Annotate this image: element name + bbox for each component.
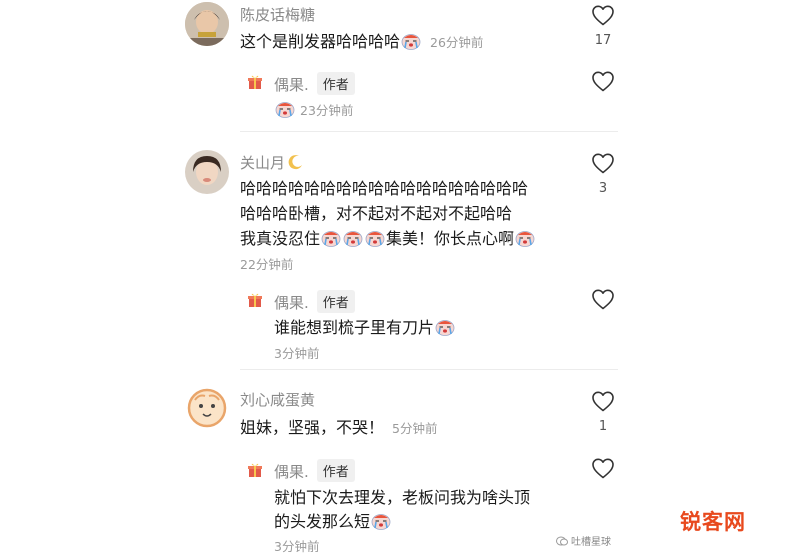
like-heart-icon[interactable] (591, 390, 615, 412)
like-heart-icon[interactable] (591, 457, 615, 479)
like-heart-icon[interactable] (591, 288, 615, 310)
reply-time: 23分钟前 (300, 103, 354, 118)
like-count: 17 (594, 33, 612, 48)
reply-text-line: 就怕下次去理发，老板问我为啥头顶 (274, 488, 531, 507)
reply-username[interactable]: 偶果. (274, 76, 309, 94)
comment-text-line: 哈哈哈卧槽，对不起对不起对不起哈哈 (240, 204, 513, 223)
cry-laugh-emoji-icon (371, 512, 391, 530)
cry-laugh-emoji-icon (321, 229, 341, 247)
avatar-image (185, 386, 229, 430)
like-heart-icon[interactable] (591, 152, 615, 174)
site-logo: 锐客网 (680, 510, 746, 534)
comment-time: 26分钟前 (430, 35, 484, 50)
divider (240, 131, 618, 132)
author-avatar-icon[interactable] (245, 460, 265, 480)
cry-laugh-emoji-icon (365, 229, 385, 247)
reply-text-line: 的头发那么短 (274, 510, 392, 534)
reply-author: 偶果. 作者 (274, 459, 355, 482)
cry-laugh-emoji-icon (275, 100, 295, 118)
author-badge: 作者 (316, 72, 355, 95)
username-text[interactable]: 关山月 (240, 154, 285, 172)
reply-time: 3分钟前 (274, 539, 320, 554)
comment-username[interactable]: 刘心咸蛋黄 (240, 389, 315, 410)
reply-username[interactable]: 偶果. (274, 294, 309, 312)
crescent-moon-icon (288, 155, 303, 170)
reply-author: 偶果. 作者 (274, 290, 355, 313)
like-count: 1 (598, 419, 608, 434)
comment-text-line: 我真没忍住 集美！你长点心啊 (240, 227, 536, 251)
reply-text: 谁能想到梳子里有刀片 (274, 316, 456, 340)
reply-username[interactable]: 偶果. (274, 463, 309, 481)
comment-text: 姐妹，坚强，不哭！ 5分钟前 (240, 418, 438, 437)
cry-laugh-emoji-icon (515, 229, 535, 247)
avatar[interactable] (185, 386, 229, 430)
cry-laugh-emoji-icon (343, 229, 363, 247)
avatar[interactable] (185, 2, 229, 46)
author-avatar-icon[interactable] (245, 290, 265, 310)
source-watermark: 吐槽星球 (556, 533, 611, 548)
avatar[interactable] (185, 150, 229, 194)
comment-text-line: 哈哈哈哈哈哈哈哈哈哈哈哈哈哈哈哈哈哈 (240, 179, 529, 198)
cry-laugh-emoji-icon (401, 32, 421, 50)
comment-username: 关山月 (240, 152, 304, 173)
comment-panel: 陈皮话梅糖 这个是削发器哈哈哈哈 26分钟前 17 偶果. 作者 23分钟前 关山月… (178, 0, 618, 554)
author-avatar-icon[interactable] (245, 72, 265, 92)
avatar-image (185, 150, 229, 194)
like-heart-icon[interactable] (591, 70, 615, 92)
divider (240, 369, 618, 370)
author-badge: 作者 (316, 459, 355, 482)
reply-author: 偶果. 作者 (274, 72, 355, 95)
comment-text: 这个是削发器哈哈哈哈 26分钟前 (240, 32, 484, 51)
like-heart-icon[interactable] (591, 4, 615, 26)
comment-username[interactable]: 陈皮话梅糖 (240, 4, 315, 25)
comment-time: 22分钟前 (240, 257, 294, 272)
author-badge: 作者 (316, 290, 355, 313)
avatar-image (185, 2, 229, 46)
wechat-icon (556, 536, 568, 546)
reply-time: 3分钟前 (274, 346, 320, 361)
cry-laugh-emoji-icon (435, 318, 455, 336)
like-count: 3 (598, 181, 608, 196)
reply-content: 23分钟前 (274, 100, 353, 119)
comment-time: 5分钟前 (392, 421, 438, 436)
